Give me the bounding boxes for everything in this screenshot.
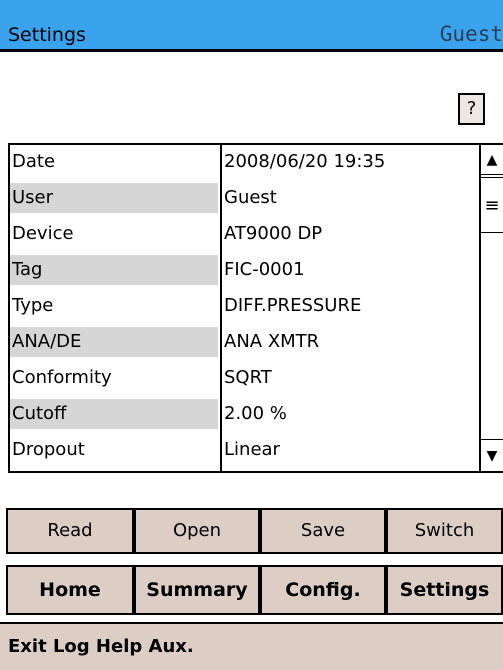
table-row-user[interactable]: User Guest [10,181,479,217]
row-label: Dropout [12,439,85,460]
table-row-date[interactable]: Date 2008/06/20 19:35 [10,145,479,181]
scroll-down-arrow-icon[interactable]: ▼ [481,439,503,471]
settings-grid: Date 2008/06/20 19:35 User Guest Device … [8,143,479,473]
row-value[interactable]: 2.00 % [222,399,478,429]
row-label: Date [12,151,56,172]
nav-home-button[interactable]: Home [6,565,134,615]
nav-config-button[interactable]: Config. [260,565,386,615]
read-button[interactable]: Read [6,508,134,554]
switch-button[interactable]: Switch [386,508,503,554]
current-user-label: Guest [439,22,503,46]
nav-summary-button[interactable]: Summary [134,565,260,615]
row-value[interactable]: ANA XMTR [222,327,478,357]
nav-settings-button[interactable]: Settings [386,565,503,615]
help-button[interactable]: ? [458,93,485,125]
row-value[interactable]: AT9000 DP [222,219,478,249]
menu-bar: Exit Log Help Aux. [0,622,503,670]
table-row-type[interactable]: Type DIFF.PRESSURE [10,289,479,325]
scroll-up-arrow-icon[interactable]: ▲ [481,145,503,175]
row-label: Type [12,295,54,316]
table-row-ana-de[interactable]: ANA/DE ANA XMTR [10,325,479,361]
vertical-scrollbar[interactable]: ▲ ≡ ▼ [479,143,503,473]
row-value[interactable]: 2008/06/20 19:35 [222,147,478,177]
table-row-conformity[interactable]: Conformity SQRT [10,361,479,397]
row-label: Cutoff [10,399,218,429]
row-label: Device [12,223,74,244]
open-button[interactable]: Open [134,508,260,554]
table-row-device[interactable]: Device AT9000 DP [10,217,479,253]
row-value[interactable]: DIFF.PRESSURE [222,291,478,321]
table-row-dropout[interactable]: Dropout Linear [10,433,479,469]
row-value[interactable]: FIC-0001 [222,255,478,285]
row-value[interactable]: Linear [222,435,478,465]
table-row-cutoff[interactable]: Cutoff 2.00 % [10,397,479,433]
row-value[interactable]: SQRT [222,363,478,393]
row-label: ANA/DE [10,327,218,357]
row-value[interactable]: Guest [222,183,478,213]
scroll-thumb-grip-icon[interactable]: ≡ [481,177,503,233]
menu-bar-items[interactable]: Exit Log Help Aux. [8,636,194,658]
save-button[interactable]: Save [260,508,386,554]
row-label: Conformity [12,367,112,388]
row-label: User [10,183,218,213]
table-row-tag[interactable]: Tag FIC-0001 [10,253,479,289]
row-label: Tag [10,255,218,285]
page-title: Settings [8,24,86,46]
